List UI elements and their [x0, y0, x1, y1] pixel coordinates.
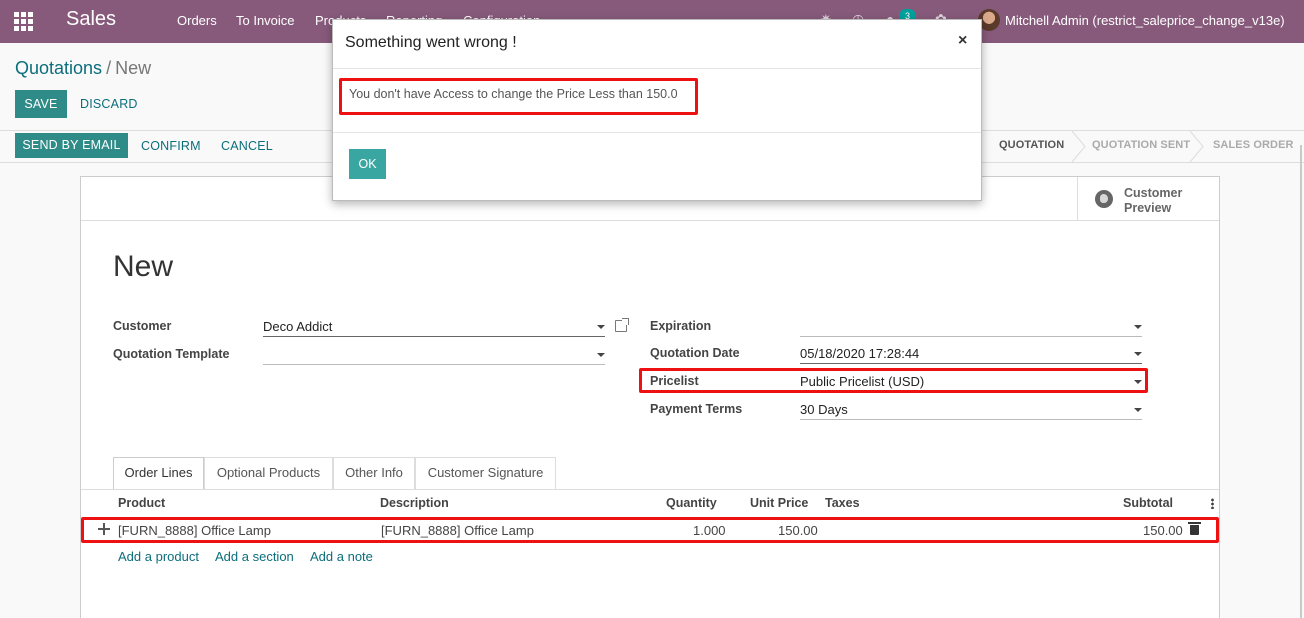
apps-menu-icon[interactable]: [14, 12, 33, 31]
quotation-date-value: 05/18/2020 17:28:44: [800, 346, 920, 361]
column-header-product[interactable]: Product: [118, 496, 165, 510]
breadcrumb: Quotations / New: [15, 58, 151, 79]
column-header-description[interactable]: Description: [380, 496, 449, 510]
breadcrumb-quotations[interactable]: Quotations: [15, 58, 102, 78]
dialog-footer-divider: [333, 132, 981, 133]
globe-icon: [1095, 190, 1113, 208]
send-by-email-button[interactable]: SEND BY EMAIL: [15, 133, 128, 158]
tab-optional-products[interactable]: Optional Products: [204, 457, 333, 489]
status-quotation[interactable]: QUOTATION: [999, 139, 1064, 151]
breadcrumb-separator: /: [106, 58, 112, 78]
expiration-field[interactable]: [800, 317, 1142, 337]
column-header-unit-price[interactable]: Unit Price: [750, 496, 808, 510]
external-link-icon[interactable]: [615, 318, 629, 332]
message-highlight: [339, 78, 698, 115]
add-product-link[interactable]: Add a product: [118, 549, 199, 564]
chevron-down-icon[interactable]: [1134, 352, 1142, 356]
quotation-date-label: Quotation Date: [650, 346, 740, 360]
column-header-subtotal[interactable]: Subtotal: [1123, 496, 1173, 510]
menu-to-invoice[interactable]: To Invoice: [236, 13, 295, 28]
status-sales-order[interactable]: SALES ORDER: [1213, 139, 1294, 151]
form-sheet: Customer Preview New Customer Deco Addic…: [80, 176, 1220, 618]
expiration-label: Expiration: [650, 319, 712, 333]
chevron-down-icon[interactable]: [597, 325, 605, 329]
chevron-down-icon[interactable]: [1134, 408, 1142, 412]
cancel-button[interactable]: CANCEL: [221, 132, 273, 160]
status-arrow-2: [1189, 131, 1204, 162]
tab-other-info[interactable]: Other Info: [333, 457, 415, 489]
quotation-date-field[interactable]: 05/18/2020 17:28:44: [800, 344, 1142, 364]
dialog-title: Something went wrong !: [345, 34, 517, 51]
order-line-highlight: [81, 517, 1219, 543]
breadcrumb-current: New: [115, 58, 152, 78]
payment-terms-label: Payment Terms: [650, 402, 743, 416]
confirm-button[interactable]: CONFIRM: [141, 132, 201, 160]
customer-preview-button[interactable]: Customer Preview: [1077, 177, 1219, 221]
error-dialog: Something went wrong ! × You don't have …: [332, 19, 982, 201]
pricelist-highlight: [639, 368, 1148, 393]
chevron-down-icon[interactable]: [597, 353, 605, 357]
app-name[interactable]: Sales: [66, 8, 116, 31]
tab-customer-signature[interactable]: Customer Signature: [415, 457, 556, 489]
column-options-icon[interactable]: [1211, 498, 1214, 509]
add-section-link[interactable]: Add a section: [215, 549, 294, 564]
status-arrow-1: [1071, 131, 1086, 162]
dialog-header-divider: [333, 68, 981, 69]
add-note-link[interactable]: Add a note: [310, 549, 373, 564]
tabs-divider: [81, 489, 1219, 490]
customer-field[interactable]: Deco Addict: [263, 317, 605, 337]
status-quotation-sent[interactable]: QUOTATION SENT: [1092, 139, 1190, 151]
quotation-template-field[interactable]: [263, 345, 605, 365]
discard-button[interactable]: DISCARD: [80, 90, 138, 118]
tab-order-lines[interactable]: Order Lines: [113, 457, 204, 489]
record-title: New: [113, 250, 174, 283]
scrollbar[interactable]: [1300, 145, 1302, 618]
customer-label: Customer: [113, 319, 172, 333]
payment-terms-field[interactable]: 30 Days: [800, 400, 1142, 420]
column-header-quantity[interactable]: Quantity: [666, 496, 717, 510]
chevron-down-icon[interactable]: [1134, 325, 1142, 329]
payment-terms-value: 30 Days: [800, 402, 848, 417]
column-header-taxes[interactable]: Taxes: [825, 496, 860, 510]
menu-orders[interactable]: Orders: [177, 13, 217, 28]
user-menu[interactable]: Mitchell Admin (restrict_saleprice_chang…: [1005, 13, 1285, 28]
customer-value: Deco Addict: [263, 319, 333, 334]
ok-button[interactable]: OK: [349, 149, 386, 179]
quotation-template-label: Quotation Template: [113, 347, 230, 361]
close-icon[interactable]: ×: [958, 32, 967, 50]
save-button[interactable]: SAVE: [15, 90, 67, 118]
customer-preview-label: Customer Preview: [1124, 186, 1183, 215]
